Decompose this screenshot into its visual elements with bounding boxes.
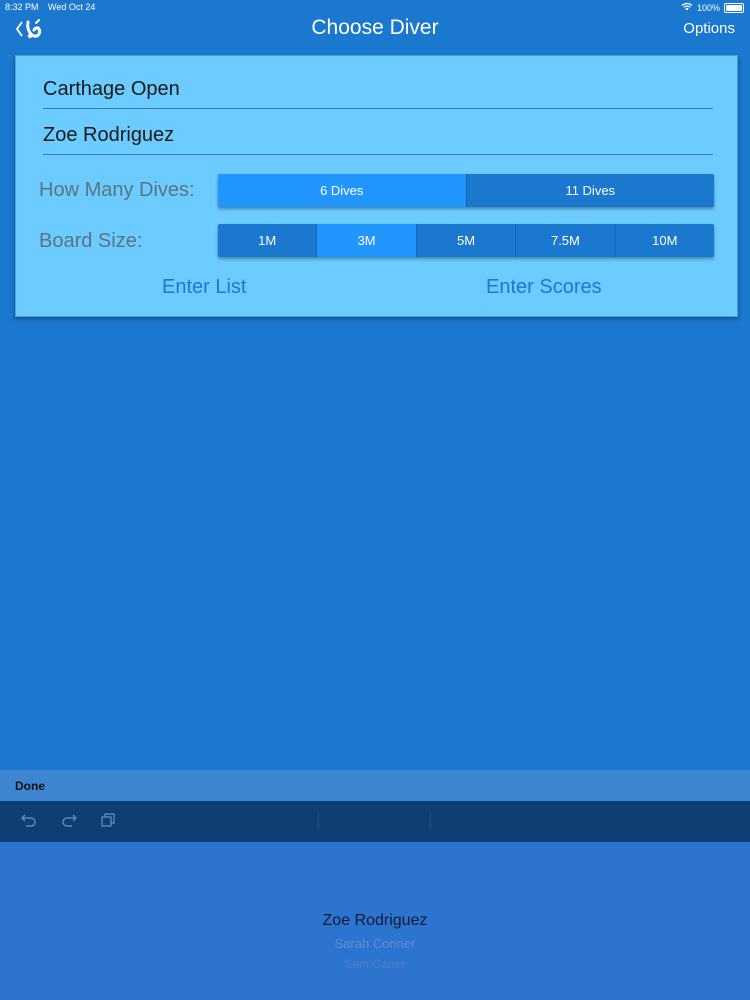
navigation-bar: Choose Diver Options: [0, 14, 750, 48]
diver-name-field[interactable]: Zoe Rodriguez: [43, 116, 713, 155]
picker-item[interactable]: Sam Carter: [0, 957, 750, 971]
battery-icon: [724, 2, 744, 13]
picker-done-bar: Done: [0, 770, 750, 801]
diver-picker[interactable]: Zoe Rodriguez Sarah Conner Sam Carter: [0, 842, 750, 1000]
segment-6-dives[interactable]: 6 Dives: [218, 174, 466, 207]
status-date: Wed Oct 24: [48, 2, 96, 12]
enter-scores-button[interactable]: Enter Scores: [486, 276, 602, 299]
segment-11-dives[interactable]: 11 Dives: [465, 174, 715, 207]
picker-item-selected[interactable]: Zoe Rodriguez: [0, 912, 750, 930]
segment-board-3m[interactable]: 3M: [316, 224, 416, 257]
battery-percent: 100%: [696, 2, 720, 13]
picker-item[interactable]: Sarah Conner: [0, 936, 750, 951]
paste-icon[interactable]: [100, 812, 116, 833]
options-button[interactable]: Options: [683, 20, 735, 37]
segment-board-1m[interactable]: 1M: [218, 224, 316, 257]
redo-icon[interactable]: [60, 812, 78, 833]
toolbar-divider: [318, 813, 319, 831]
diver-setup-card: Carthage Open Zoe Rodriguez How Many Div…: [15, 55, 738, 317]
status-time: 8:32 PM: [5, 2, 39, 12]
segment-board-5m[interactable]: 5M: [415, 224, 515, 257]
keyboard-toolbar: [0, 801, 750, 842]
page-title: Choose Diver: [311, 16, 439, 39]
segment-board-10m[interactable]: 10M: [614, 224, 714, 257]
board-size-label: Board Size:: [39, 230, 143, 252]
meet-name-field[interactable]: Carthage Open: [43, 70, 713, 109]
wifi-icon: [681, 2, 693, 13]
board-size-selector: 1M 3M 5M 7.5M 10M: [218, 224, 714, 257]
segment-board-7-5m[interactable]: 7.5M: [515, 224, 614, 257]
status-bar: 8:32 PM Wed Oct 24 100%: [0, 0, 750, 14]
enter-list-button[interactable]: Enter List: [162, 276, 246, 299]
dives-count-selector: 6 Dives 11 Dives: [218, 174, 714, 207]
done-button[interactable]: Done: [15, 779, 45, 793]
toolbar-divider: [430, 813, 431, 831]
status-indicators: 100%: [681, 2, 744, 13]
undo-icon[interactable]: [20, 812, 38, 833]
dives-count-label: How Many Dives:: [39, 179, 195, 201]
